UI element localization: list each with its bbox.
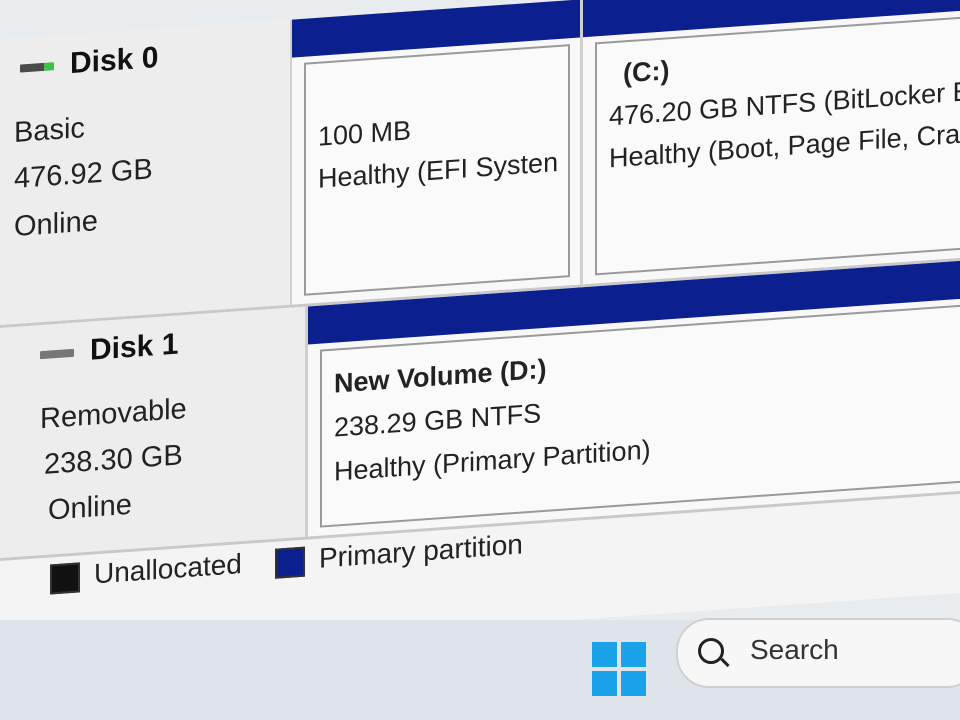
partition-size: 100 MB (318, 115, 412, 152)
disk-info-0[interactable]: Disk 0 Basic 476.92 GB Online (0, 19, 293, 325)
disk-drive-icon (20, 62, 54, 73)
search-icon (698, 638, 724, 664)
partition-status: Healthy (Primary Partition) (334, 434, 651, 487)
partition-box: New Volume (D:) 238.29 GB NTFS Healthy (… (320, 304, 960, 528)
partition-name: New Volume (D:) (334, 353, 547, 399)
disk-status: Online (48, 488, 132, 527)
disk-type: Basic (14, 112, 85, 150)
primary-swatch (275, 546, 305, 579)
disk-name: Disk 1 (40, 328, 178, 372)
unallocated-swatch (50, 562, 80, 595)
partition-d[interactable]: New Volume (D:) 238.29 GB NTFS Healthy (… (308, 260, 960, 537)
taskbar-search[interactable]: Search (676, 618, 960, 688)
partition-efi[interactable]: 100 MB Healthy (EFI Systen (292, 0, 583, 305)
partition-box: (C:) 476.20 GB NTFS (BitLocker Encry Hea… (595, 16, 960, 276)
disk-management-screen: Disk 0 Basic 476.92 GB Online 100 MB Hea… (0, 0, 960, 720)
search-label: Search (750, 634, 839, 665)
disk-size: 238.30 GB (44, 439, 183, 481)
windows-start-icon[interactable] (592, 642, 646, 696)
disk-info-1[interactable]: Disk 1 Removable 238.30 GB Online (0, 306, 308, 558)
partition-c[interactable]: (C:) 476.20 GB NTFS (BitLocker Encry Hea… (583, 0, 960, 285)
partition-status: Healthy (EFI Systen (318, 146, 559, 194)
partition-size: 238.29 GB NTFS (334, 398, 542, 443)
disk-management-window: Disk 0 Basic 476.92 GB Online 100 MB Hea… (0, 0, 960, 661)
partition-name: (C:) (623, 55, 670, 89)
disk-name: Disk 0 (20, 41, 158, 85)
disk-type: Removable (40, 392, 187, 436)
disk-size: 476.92 GB (14, 153, 153, 196)
disk-drive-icon (40, 348, 74, 360)
partition-box: 100 MB Healthy (EFI Systen (304, 44, 570, 296)
disk-status: Online (14, 205, 98, 244)
